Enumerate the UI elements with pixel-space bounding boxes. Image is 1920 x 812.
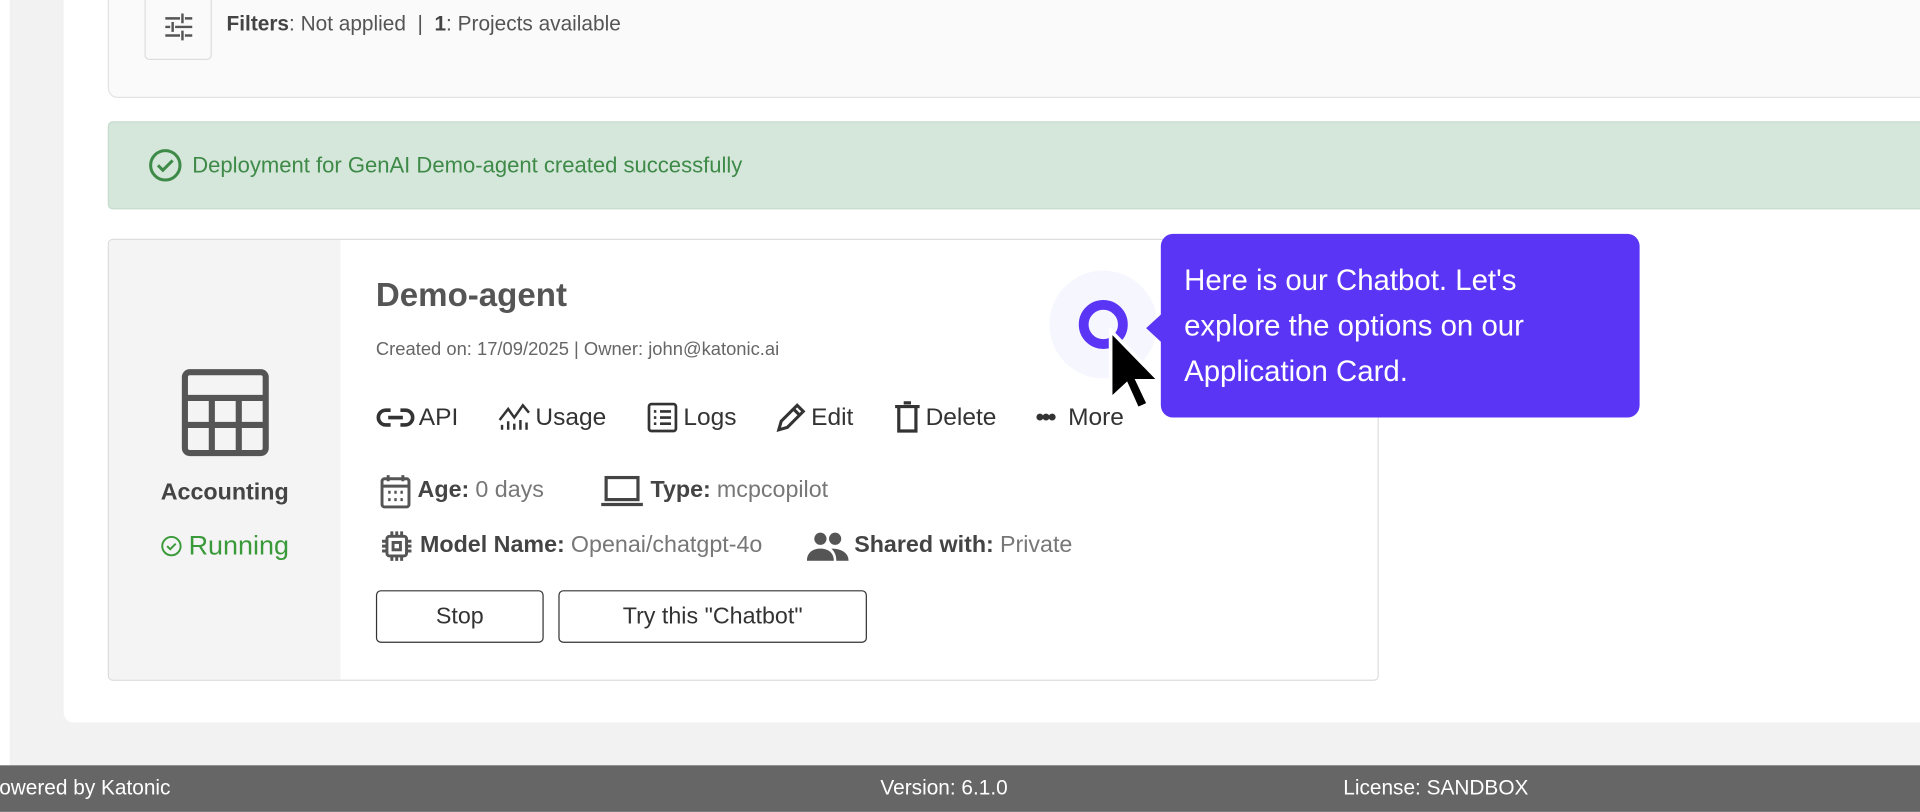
- project-count: 1: [434, 12, 447, 36]
- status-badge: Running: [109, 530, 340, 562]
- success-alert: Deployment for GenAI Demo-agent created …: [107, 121, 1920, 210]
- logs-label: Logs: [683, 403, 737, 431]
- model-value: Openai/chatgpt-4o: [570, 532, 763, 559]
- more-dots-icon: •••: [1035, 403, 1057, 431]
- status-text: Running: [188, 530, 289, 561]
- card-actions: API Usage Logs Edit Delete ••• More: [376, 400, 1124, 434]
- tooltip-arrow: [1146, 313, 1163, 343]
- type-label: Type:: [650, 477, 711, 504]
- edit-label: Edit: [811, 403, 854, 431]
- filters-label: Filters: [226, 12, 290, 36]
- version: Version: 6.1.0: [880, 776, 1008, 800]
- shared-value: Private: [999, 532, 1073, 559]
- usage-button[interactable]: Usage: [497, 400, 606, 434]
- model-label: Model Name:: [420, 532, 565, 559]
- calendar-icon: [380, 475, 411, 509]
- sidebar-edge: [0, 0, 10, 766]
- delete-label: Delete: [925, 403, 997, 431]
- app-meta: Created on: 17/09/2025 | Owner: john@kat…: [375, 339, 780, 361]
- delete-button[interactable]: Delete: [893, 400, 997, 434]
- check-circle-icon: [161, 535, 182, 557]
- card-sidebar: Accounting Running: [108, 240, 341, 680]
- pencil-icon: [777, 403, 806, 433]
- check-circle-icon: [149, 149, 182, 182]
- sliders-icon: [164, 13, 192, 41]
- laptop-icon: [601, 475, 644, 507]
- project-count-label: : Projects available: [446, 12, 621, 36]
- list-icon: [647, 402, 678, 433]
- category-label: Accounting: [160, 480, 289, 506]
- chart-icon: [498, 403, 531, 430]
- api-label: API: [418, 403, 459, 431]
- api-button[interactable]: API: [376, 400, 458, 434]
- age-label: Age:: [417, 477, 470, 504]
- separator: |: [417, 12, 423, 36]
- people-icon: [806, 532, 849, 561]
- alert-message: Deployment for GenAI Demo-agent created …: [192, 152, 743, 177]
- filter-summary: Filters: Not applied | 1: Projects avail…: [227, 12, 621, 36]
- info-row-1: Age: 0 days Type: mcpcopilot: [380, 473, 829, 510]
- table-icon: [181, 369, 269, 457]
- chip-icon: [382, 531, 412, 561]
- footer: Powered by Katonic Version: 6.1.0 Licens…: [0, 765, 1920, 812]
- tour-tooltip: Here is our Chatbot. Let's explore the o…: [1160, 233, 1640, 418]
- filters-value: : Not applied: [289, 12, 406, 36]
- shared-label: Shared with:: [854, 532, 994, 559]
- info-row-2: Model Name: Openai/chatgpt-4o Shared with…: [380, 529, 1073, 563]
- usage-label: Usage: [535, 403, 607, 431]
- logs-button[interactable]: Logs: [645, 400, 736, 434]
- edit-button[interactable]: Edit: [776, 400, 854, 434]
- trash-icon: [894, 401, 920, 433]
- tooltip-text: Here is our Chatbot. Let's explore the o…: [1184, 264, 1524, 389]
- type-value: mcpcopilot: [716, 477, 829, 504]
- link-icon: [376, 408, 415, 427]
- powered-by: Powered by Katonic: [0, 776, 171, 800]
- app-title: Demo-agent: [375, 276, 567, 314]
- try-chatbot-button[interactable]: Try this "Chatbot": [558, 590, 867, 643]
- license: License: SANDBOX: [1343, 776, 1529, 800]
- age-value: 0 days: [475, 477, 544, 504]
- filter-button[interactable]: [144, 0, 212, 61]
- stop-button[interactable]: Stop: [375, 590, 544, 643]
